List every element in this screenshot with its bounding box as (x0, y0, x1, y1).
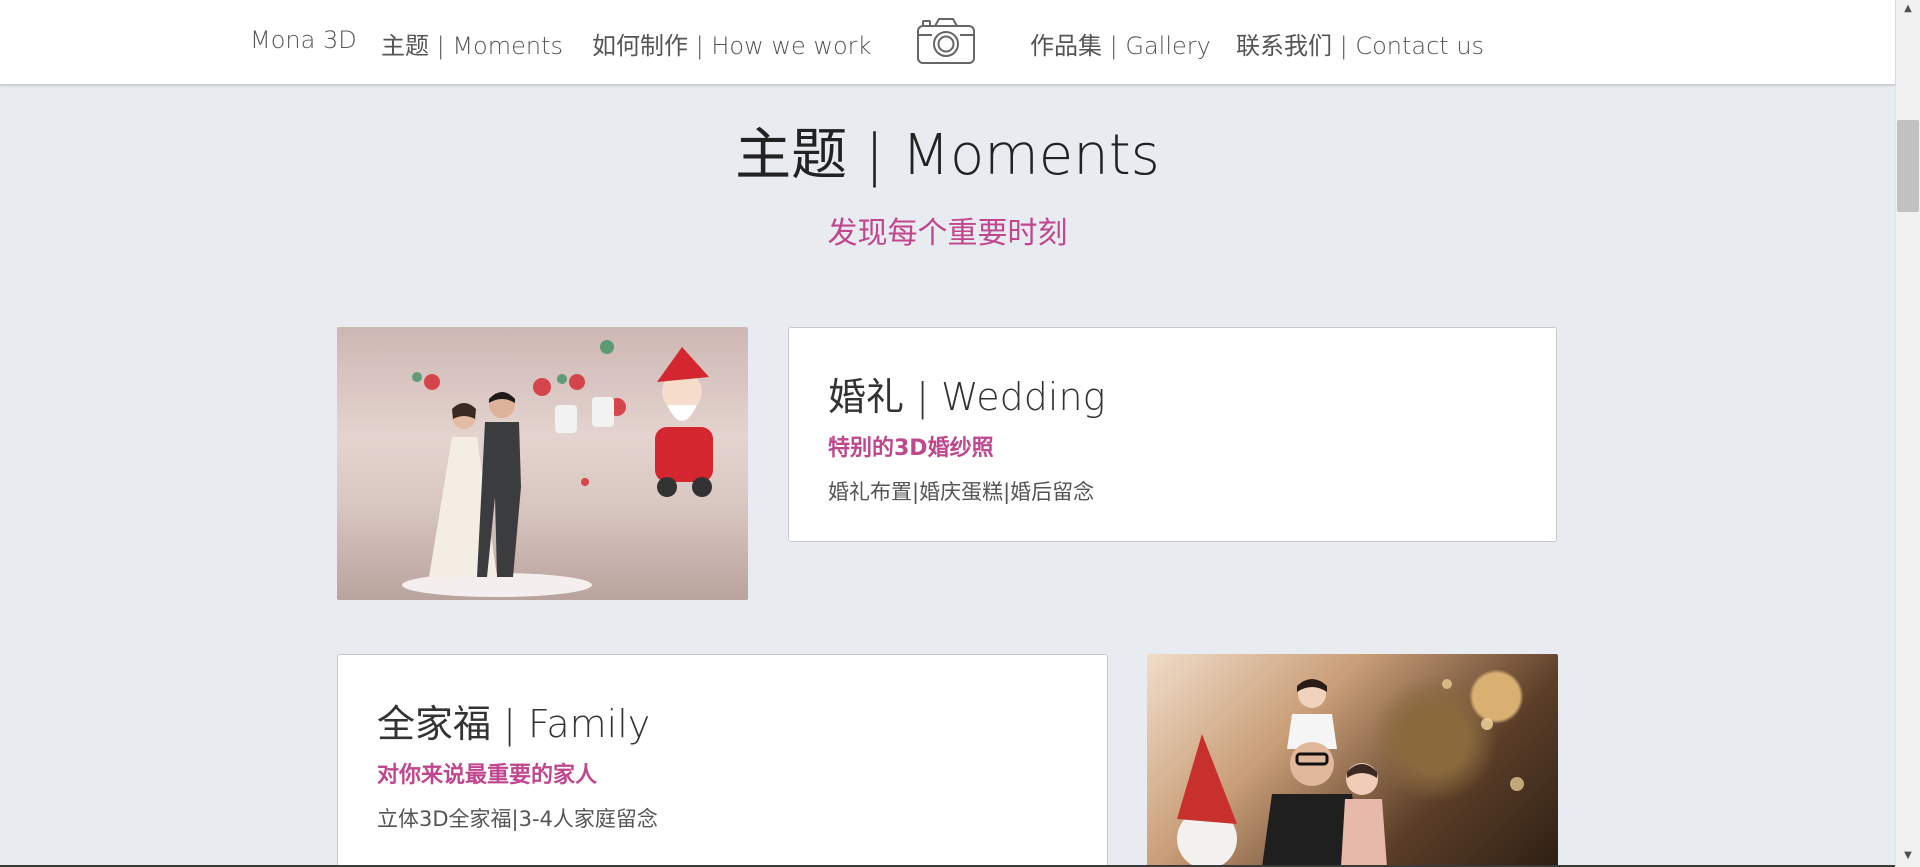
vertical-scrollbar[interactable]: ▲ ▼ (1895, 0, 1920, 867)
family-photo[interactable] (1147, 654, 1558, 867)
nav-brand-link[interactable]: Mona 3D (250, 26, 357, 54)
family-card-title: 全家福 | Family (377, 702, 651, 746)
wedding-card[interactable]: 婚礼 | Wedding 特别的3D婚纱照 婚礼布置|婚庆蛋糕|婚后留念 (788, 327, 1557, 542)
family-card-description: 立体3D全家福|3-4人家庭留念 (377, 807, 658, 831)
scroll-down-icon[interactable]: ▼ (1896, 849, 1920, 863)
nav-how-we-work-link[interactable]: 如何制作 | How we work (592, 26, 871, 61)
wedding-photo[interactable] (337, 327, 748, 600)
page-subtitle: 发现每个重要时刻 (827, 216, 1068, 251)
wedding-card-tagline: 特别的3D婚纱照 (828, 436, 994, 461)
nav-contact-link[interactable]: 联系我们 | Contact us (1236, 26, 1484, 61)
nav-moments-link[interactable]: 主题 | Moments (381, 26, 563, 61)
family-card-tagline: 对你来说最重要的家人 (377, 763, 598, 788)
wedding-card-description: 婚礼布置|婚庆蛋糕|婚后留念 (828, 480, 1095, 504)
top-navbar: Mona 3D 主题 | Moments 如何制作 | How we work … (0, 0, 1895, 85)
nav-gallery-link[interactable]: 作品集 | Gallery (1030, 26, 1211, 61)
scroll-thumb[interactable] (1897, 120, 1919, 212)
camera-icon[interactable] (915, 16, 977, 66)
family-card[interactable]: 全家福 | Family 对你来说最重要的家人 立体3D全家福|3-4人家庭留念 (337, 654, 1108, 867)
scroll-up-icon[interactable]: ▲ (1896, 2, 1920, 16)
page-title: 主题 | Moments (735, 123, 1160, 188)
wedding-card-title: 婚礼 | Wedding (828, 375, 1106, 419)
